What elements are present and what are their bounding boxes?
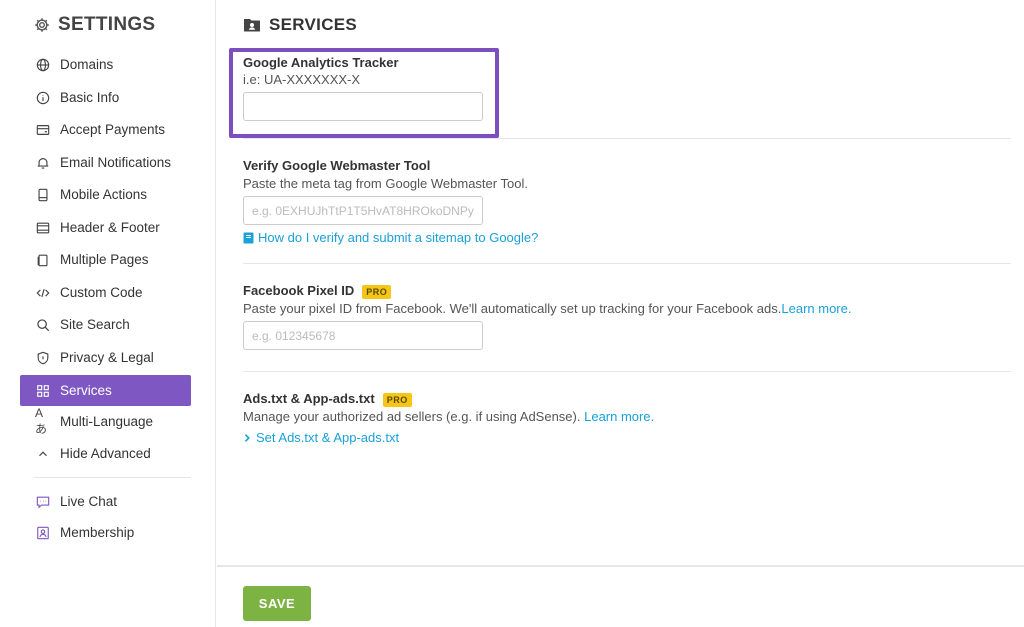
- sitemap-help-link[interactable]: How do I verify and submit a sitemap to …: [243, 230, 538, 245]
- sidebar-item-label: Multi-Language: [60, 414, 154, 429]
- language-icon: Aあ: [35, 406, 48, 436]
- section-divider: [243, 371, 1011, 372]
- facebook-pixel-label-text: Facebook Pixel ID: [243, 283, 355, 298]
- sidebar-item-label: Privacy & Legal: [60, 350, 154, 365]
- ads-txt-help-text: Manage your authorized ad sellers (e.g. …: [243, 409, 581, 424]
- gear-icon: [35, 18, 49, 32]
- webmaster-help: Paste the meta tag from Google Webmaster…: [243, 176, 528, 191]
- sidebar-item-label: Services: [60, 383, 112, 398]
- sidebar-item-label: Mobile Actions: [60, 187, 148, 202]
- book-icon: [243, 232, 254, 243]
- sidebar-item-label: Accept Payments: [60, 122, 166, 137]
- grid-icon: [35, 383, 51, 399]
- chevron-up-icon: [35, 446, 51, 462]
- info-icon: [35, 90, 51, 106]
- member-icon: [35, 525, 51, 541]
- section-divider: [243, 138, 1011, 139]
- sidebar-item-membership[interactable]: Membership: [20, 517, 191, 548]
- header-footer-icon: [35, 220, 51, 236]
- sidebar-item-site-search[interactable]: Site Search: [20, 309, 191, 340]
- save-button[interactable]: SAVE: [243, 586, 311, 621]
- mobile-icon: [35, 187, 51, 203]
- sidebar-item-domains[interactable]: Domains: [20, 49, 191, 80]
- pro-badge: PRO: [382, 392, 412, 407]
- chevron-right-icon: [244, 433, 250, 442]
- code-icon: [35, 285, 51, 301]
- page-title: SERVICES: [243, 15, 357, 35]
- facebook-learn-more-link[interactable]: Learn more.: [781, 301, 851, 316]
- sidebar-item-email-notifications[interactable]: Email Notifications: [20, 147, 191, 178]
- sidebar-item-label: Live Chat: [60, 494, 118, 509]
- google-analytics-input[interactable]: [243, 92, 483, 121]
- sitemap-help-text[interactable]: How do I verify and submit a sitemap to …: [258, 230, 538, 245]
- globe-icon: [35, 57, 51, 73]
- contact-card-icon: [244, 19, 260, 32]
- section-divider: [243, 263, 1011, 264]
- sidebar-item-label: Email Notifications: [60, 155, 172, 170]
- footer-bar: SAVE: [217, 565, 1024, 627]
- sidebar-item-header-footer[interactable]: Header & Footer: [20, 212, 191, 243]
- pages-icon: [35, 252, 51, 268]
- sidebar-item-mobile-actions[interactable]: Mobile Actions: [20, 179, 191, 210]
- sidebar-item-hide-advanced[interactable]: Hide Advanced: [20, 438, 191, 469]
- sidebar-item-label: Multiple Pages: [60, 252, 149, 267]
- chat-icon: [35, 494, 51, 510]
- google-analytics-label: Google Analytics Tracker: [243, 55, 399, 70]
- set-ads-txt-text[interactable]: Set Ads.txt & App-ads.txt: [256, 430, 399, 445]
- settings-sidebar: SETTINGS Domains Basic Info Accept Payme…: [0, 0, 216, 627]
- shield-icon: [35, 350, 51, 366]
- sidebar-item-label: Hide Advanced: [60, 446, 151, 461]
- sidebar-item-privacy-legal[interactable]: Privacy & Legal: [20, 342, 191, 373]
- sidebar-item-label: Basic Info: [60, 90, 120, 105]
- facebook-pixel-input[interactable]: [243, 321, 483, 350]
- ads-txt-label-text: Ads.txt & App-ads.txt: [243, 391, 375, 406]
- sidebar-item-label: Domains: [60, 57, 114, 72]
- sidebar-item-services[interactable]: Services: [20, 375, 191, 406]
- set-ads-txt-link[interactable]: Set Ads.txt & App-ads.txt: [243, 430, 399, 445]
- settings-title-label: SETTINGS: [58, 14, 156, 35]
- pro-badge: PRO: [362, 284, 392, 299]
- facebook-pixel-help: Paste your pixel ID from Facebook. We'll…: [243, 301, 851, 316]
- search-icon: [35, 317, 51, 333]
- facebook-pixel-help-text: Paste your pixel ID from Facebook. We'll…: [243, 301, 782, 316]
- webmaster-label: Verify Google Webmaster Tool: [243, 158, 431, 173]
- sidebar-item-multi-language[interactable]: Aあ Multi-Language: [20, 406, 191, 437]
- sidebar-item-label: Site Search: [60, 317, 130, 332]
- sidebar-item-custom-code[interactable]: Custom Code: [20, 277, 191, 308]
- ads-txt-help: Manage your authorized ad sellers (e.g. …: [243, 409, 654, 424]
- bell-icon: [35, 155, 51, 171]
- services-panel: SERVICES Google Analytics Tracker i.e: U…: [217, 0, 1024, 627]
- sidebar-item-basic-info[interactable]: Basic Info: [20, 82, 191, 113]
- sidebar-item-label: Custom Code: [60, 285, 143, 300]
- ads-txt-learn-more-link[interactable]: Learn more.: [584, 409, 654, 424]
- sidebar-item-live-chat[interactable]: Live Chat: [20, 486, 191, 517]
- sidebar-item-multiple-pages[interactable]: Multiple Pages: [20, 244, 191, 275]
- google-analytics-help: i.e: UA-XXXXXXX-X: [243, 72, 361, 87]
- sidebar-item-label: Header & Footer: [60, 220, 160, 235]
- payment-card-icon: [35, 122, 51, 138]
- facebook-pixel-label: Facebook Pixel ID PRO: [243, 283, 392, 299]
- ads-txt-label: Ads.txt & App-ads.txt PRO: [243, 391, 412, 407]
- sidebar-item-label: Membership: [60, 525, 135, 540]
- page-title-label: SERVICES: [269, 15, 358, 34]
- sidebar-item-accept-payments[interactable]: Accept Payments: [20, 114, 191, 145]
- settings-title: SETTINGS: [34, 14, 155, 36]
- sidebar-divider: [34, 477, 191, 478]
- webmaster-input[interactable]: [243, 196, 483, 225]
